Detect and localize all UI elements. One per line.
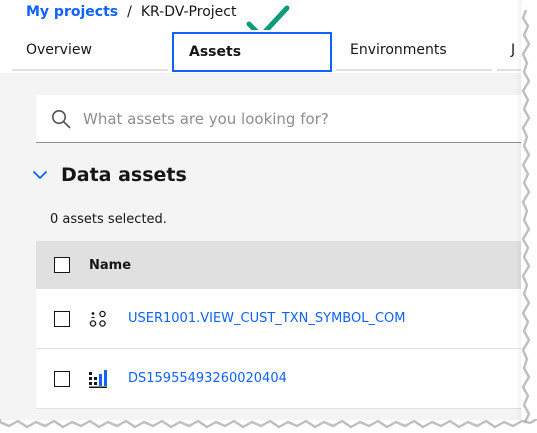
assets-panel: Data assets 0 assets selected. Name USER…: [0, 73, 522, 420]
row-checkbox[interactable]: [54, 310, 70, 327]
name-column-header[interactable]: Name: [89, 258, 131, 273]
selection-status: 0 assets selected.: [50, 212, 167, 227]
chevron-down-icon: [33, 171, 47, 179]
tab-partial-label: J: [511, 41, 516, 58]
tab-environments[interactable]: Environments: [336, 30, 492, 71]
breadcrumb-current-project: KR-DV-Project: [140, 4, 237, 20]
table-row: DS15955493260020404: [36, 349, 522, 409]
tab-partial[interactable]: J: [497, 30, 522, 71]
data-view-icon: [89, 310, 106, 327]
asset-name-link[interactable]: DS15955493260020404: [128, 371, 287, 386]
row-checkbox[interactable]: [54, 370, 70, 387]
dataset-icon: [89, 369, 107, 388]
tab-overview[interactable]: Overview: [12, 30, 168, 71]
table-row: USER1001.VIEW_CUST_TXN_SYMBOL_COM: [36, 289, 522, 349]
breadcrumb-separator: /: [127, 4, 132, 20]
torn-edge-bottom: [0, 419, 537, 429]
tab-assets[interactable]: Assets: [172, 32, 332, 72]
tab-assets-label: Assets: [189, 44, 242, 60]
tab-overview-label: Overview: [26, 41, 92, 58]
assets-table: Name USER1001.VIEW_CUST_TXN_SYMBOL_COM D…: [36, 241, 522, 409]
select-all-checkbox[interactable]: [54, 257, 70, 273]
asset-name-link[interactable]: USER1001.VIEW_CUST_TXN_SYMBOL_COM: [128, 311, 405, 326]
breadcrumb-my-projects-link[interactable]: My projects: [26, 4, 118, 20]
table-header-row: Name: [36, 241, 522, 289]
search-icon: [52, 110, 71, 129]
search-bar: [36, 95, 522, 143]
search-input[interactable]: [83, 95, 513, 142]
tab-bar: Overview Assets Environments J: [0, 30, 522, 73]
data-assets-section-toggle[interactable]: Data assets: [32, 163, 187, 187]
torn-edge-right: [521, 4, 531, 433]
section-title: Data assets: [61, 164, 187, 186]
screenshot-area: My projects / KR-DV-Project Overview Ass…: [0, 0, 522, 420]
breadcrumb: My projects / KR-DV-Project: [26, 3, 236, 21]
tab-environments-label: Environments: [350, 41, 447, 58]
